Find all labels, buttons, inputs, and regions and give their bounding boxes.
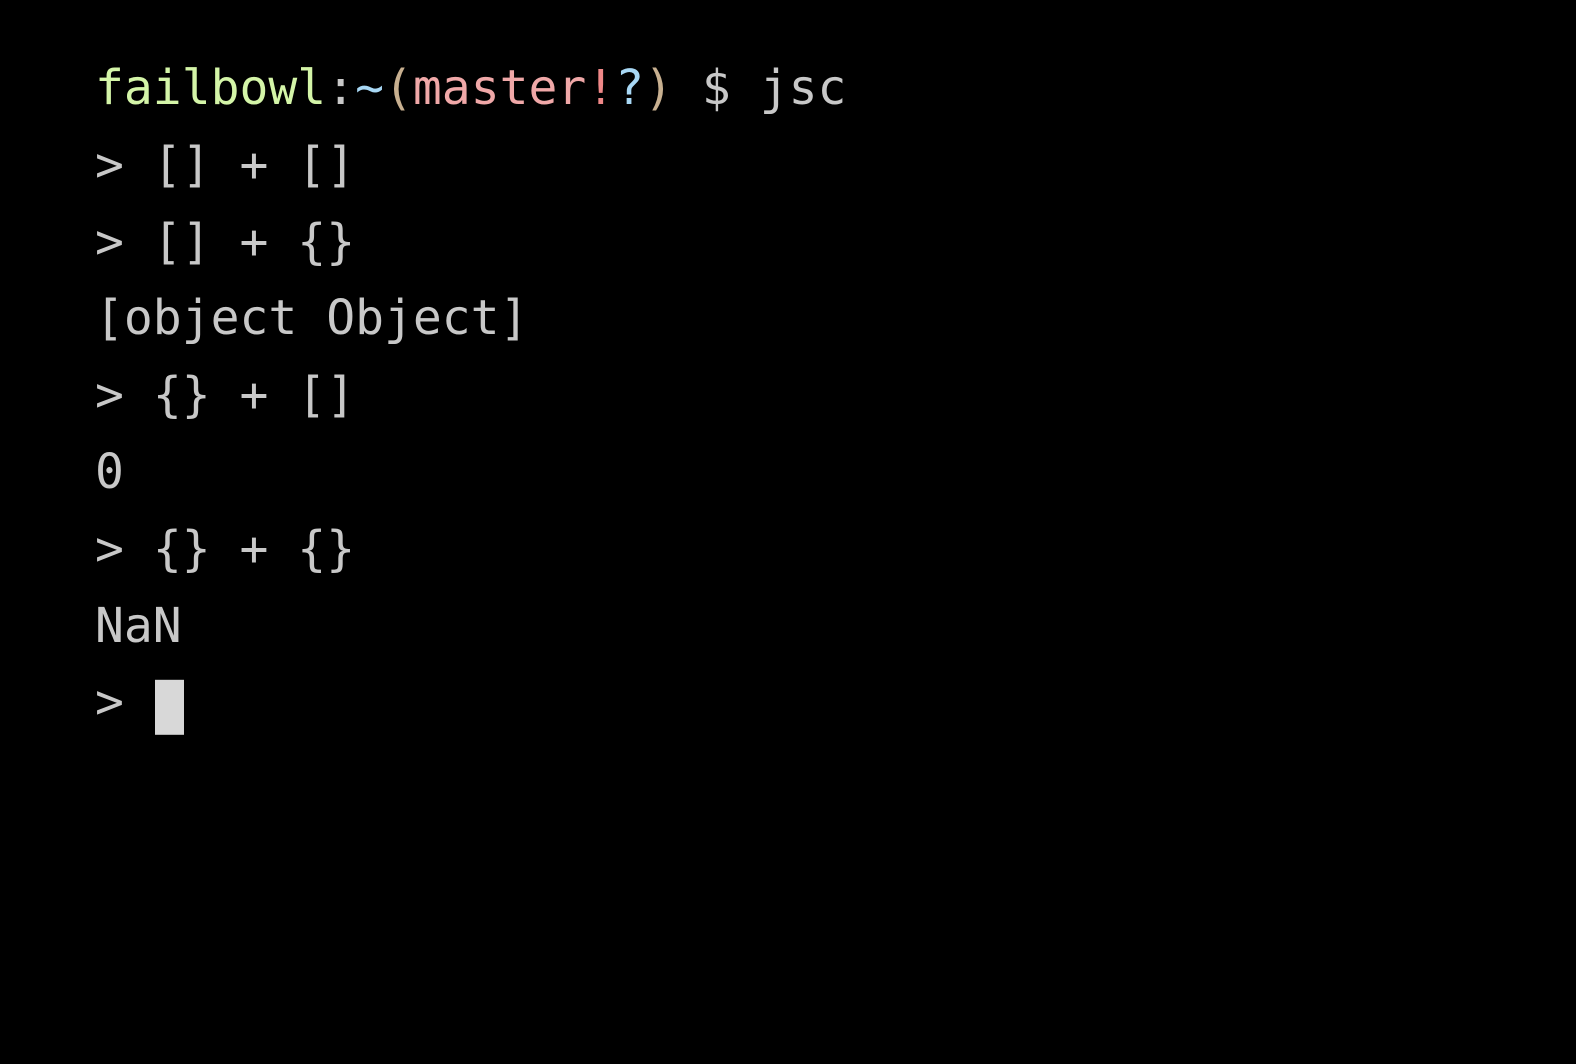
prompt-git-dirty-icon: ! — [586, 60, 615, 116]
repl-output: 0 — [95, 434, 1481, 511]
repl-current-line[interactable]: > — [95, 664, 1481, 741]
repl-input: [] + [] — [153, 137, 355, 193]
prompt-paren-open: ( — [384, 60, 413, 116]
shell-prompt-line: failbowl:~(master!?) $ jsc — [95, 50, 1481, 127]
repl-input-line: > [] + {} — [95, 204, 1481, 281]
repl-output: NaN — [95, 588, 1481, 665]
shell-command: jsc — [760, 60, 847, 116]
repl-input: [] + {} — [153, 214, 355, 270]
repl-input: {} + [] — [153, 367, 355, 423]
repl-prompt: > — [95, 521, 124, 577]
prompt-colon: : — [326, 60, 355, 116]
cursor-icon — [155, 680, 184, 735]
repl-output: [object Object] — [95, 280, 1481, 357]
repl-prompt: > — [95, 214, 124, 270]
repl-input-line: > [] + [] — [95, 127, 1481, 204]
prompt-paren-close: ) — [644, 60, 673, 116]
repl-prompt: > — [95, 674, 124, 730]
repl-prompt: > — [95, 137, 124, 193]
prompt-cwd: ~ — [355, 60, 384, 116]
repl-input-line: > {} + {} — [95, 511, 1481, 588]
repl-input: {} + {} — [153, 521, 355, 577]
prompt-git-branch: master — [413, 60, 586, 116]
prompt-hostname: failbowl — [95, 60, 326, 116]
repl-prompt: > — [95, 367, 124, 423]
prompt-dollar: $ — [673, 60, 760, 116]
repl-input-line: > {} + [] — [95, 357, 1481, 434]
prompt-git-untracked-icon: ? — [615, 60, 644, 116]
